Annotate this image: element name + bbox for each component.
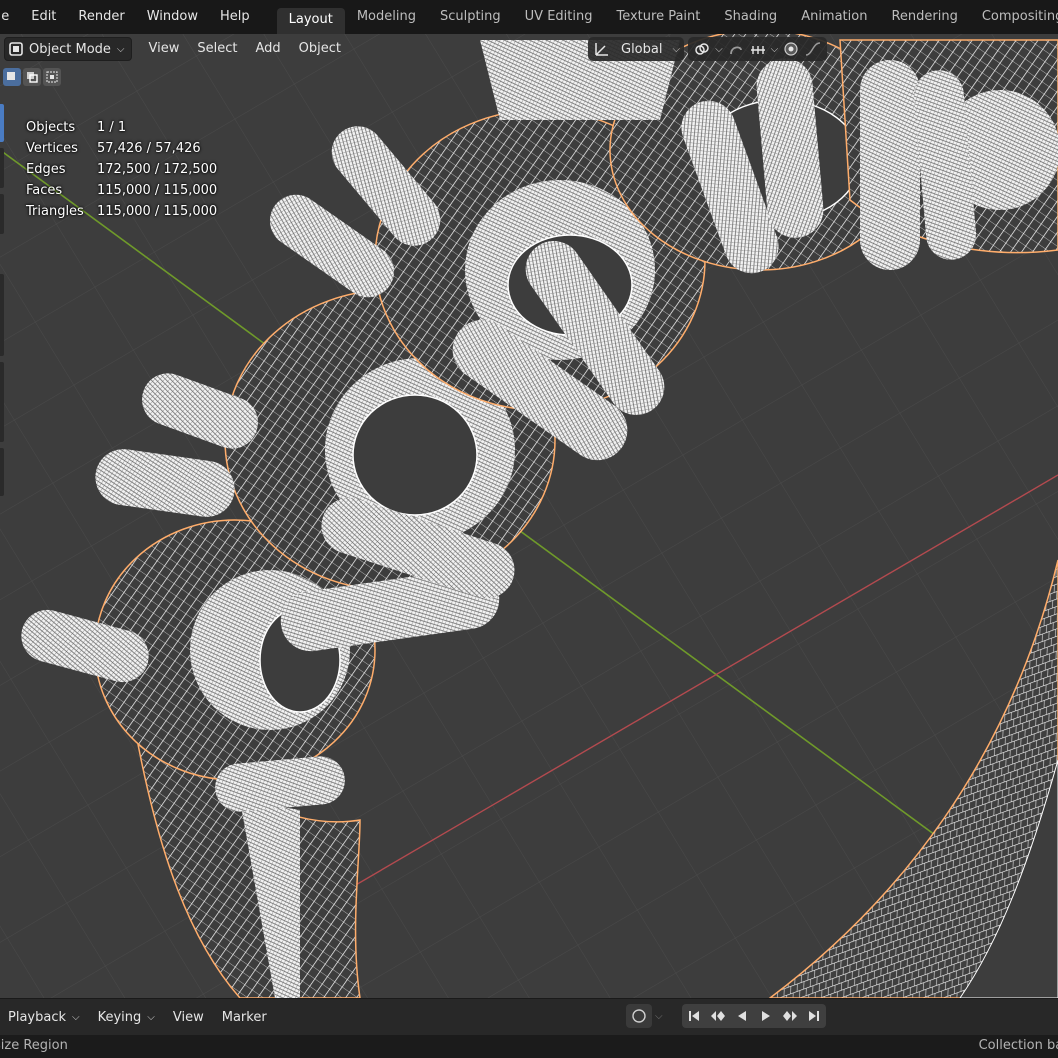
stat-row: Vertices 57,426 / 57,426 [26, 138, 217, 159]
chevron-down-icon[interactable]: ⌵ [771, 44, 779, 55]
top-menu-bar: ile Edit Render Window Help Layout Model… [0, 0, 1058, 34]
playback-label: Playback [8, 1009, 67, 1025]
menu-object[interactable]: Object [290, 34, 350, 64]
tool-measure[interactable] [0, 448, 4, 496]
marker-menu[interactable]: Marker [213, 1010, 276, 1025]
next-keyframe-button[interactable] [778, 1004, 802, 1028]
chevron-down-icon: ⌵ [116, 43, 125, 55]
stat-value: 172,500 / 172,500 [97, 162, 218, 177]
play-reverse-icon [737, 1011, 746, 1021]
transform-orientation-dropdown[interactable]: Global ⌵ [588, 37, 685, 61]
jump-end-icon [808, 1011, 819, 1021]
stat-row: Edges 172,500 / 172,500 [26, 159, 217, 180]
prev-keyframe-button[interactable] [706, 1004, 730, 1028]
playback-controls: ⌵ [626, 1004, 826, 1028]
auto-keying-button[interactable] [626, 1004, 652, 1028]
tool-transform-group[interactable] [0, 274, 4, 356]
snap-increment-icon[interactable] [749, 40, 767, 58]
menu-render[interactable]: Render [67, 0, 135, 34]
stat-value: 115,000 / 115,000 [97, 183, 218, 198]
stat-label: Faces [26, 183, 63, 198]
pivot-snap-group: ⌵ ⌵ [688, 37, 828, 61]
stat-label: Vertices [26, 141, 78, 156]
select-extend-icon [27, 72, 38, 83]
tab-sculpting[interactable]: Sculpting [428, 4, 513, 30]
viewport-header: Object Mode ⌵ View Select Add Object Glo… [0, 34, 1058, 64]
status-hint: size Region [0, 1038, 68, 1053]
select-extend-button[interactable] [23, 68, 41, 86]
tool-annotate-group[interactable] [0, 362, 4, 442]
timeline-view-menu[interactable]: View [164, 1010, 213, 1025]
transform-tools: Global ⌵ ⌵ ⌵ [588, 37, 828, 61]
keying-label: Keying [97, 1009, 142, 1025]
select-subtract-icon [46, 71, 58, 83]
chevron-down-icon: ⌵ [147, 1011, 155, 1023]
tool-cursor[interactable] [0, 148, 4, 188]
chevron-down-icon[interactable]: ⌵ [655, 1011, 663, 1022]
select-subtract-button[interactable] [43, 68, 61, 86]
record-icon [632, 1009, 646, 1023]
workspace-tabs: Layout Modeling Sculpting UV Editing Tex… [276, 0, 1058, 34]
stat-value: 57,426 / 57,426 [97, 141, 201, 156]
jump-start-icon [688, 1011, 699, 1021]
menu-file[interactable]: ile [0, 0, 20, 34]
tab-compositing[interactable]: Compositing [970, 4, 1058, 30]
select-new-icon [7, 72, 15, 80]
tab-modeling[interactable]: Modeling [345, 4, 428, 30]
transform-orientation-icon [593, 40, 611, 58]
play-reverse-button[interactable] [730, 1004, 754, 1028]
prev-keyframe-icon [710, 1011, 725, 1021]
status-collection-info: Collection bas [978, 1038, 1058, 1053]
menu-view[interactable]: View [140, 34, 189, 64]
keying-menu[interactable]: Keying ⌵ [89, 1010, 164, 1025]
chevron-down-icon[interactable]: ⌵ [715, 44, 723, 55]
snap-icon[interactable] [727, 40, 745, 58]
chevron-down-icon: ⌵ [72, 1011, 80, 1023]
menu-window[interactable]: Window [136, 0, 209, 34]
chevron-down-icon: ⌵ [672, 43, 681, 55]
menu-add[interactable]: Add [246, 34, 289, 64]
transform-orientation-label: Global [621, 41, 663, 57]
next-keyframe-icon [782, 1011, 797, 1021]
statistics-overlay: Objects 1 / 1 Vertices 57,426 / 57,426 Edg… [26, 117, 217, 222]
object-mode-icon [9, 42, 23, 56]
select-new-button[interactable] [3, 68, 21, 86]
play-button[interactable] [754, 1004, 778, 1028]
transport-buttons [681, 1004, 826, 1028]
mode-selector[interactable]: Object Mode ⌵ [4, 37, 132, 61]
playback-menu[interactable]: Playback ⌵ [0, 1010, 89, 1025]
menu-edit[interactable]: Edit [20, 0, 67, 34]
toolbar-strip [0, 104, 5, 496]
tab-uv-editing[interactable]: UV Editing [513, 4, 605, 30]
stat-label: Triangles [26, 204, 84, 219]
stat-row: Objects 1 / 1 [26, 117, 217, 138]
tab-texture-paint[interactable]: Texture Paint [604, 4, 712, 30]
tool-select[interactable] [0, 104, 4, 142]
stat-value: 1 / 1 [97, 120, 127, 135]
stat-label: Edges [26, 162, 66, 177]
mode-label: Object Mode [29, 41, 111, 57]
status-bar: size Region Collection bas [0, 1035, 1058, 1058]
stat-value: 115,000 / 115,000 [97, 204, 218, 219]
falloff-icon[interactable] [804, 40, 822, 58]
tab-rendering[interactable]: Rendering [879, 4, 969, 30]
tab-shading[interactable]: Shading [712, 4, 789, 30]
menu-select[interactable]: Select [188, 34, 246, 64]
timeline-header: Playback ⌵ Keying ⌵ View Marker ⌵ [0, 998, 1058, 1035]
jump-end-button[interactable] [802, 1004, 826, 1028]
tab-animation[interactable]: Animation [789, 4, 879, 30]
menu-help[interactable]: Help [209, 0, 261, 34]
jump-start-button[interactable] [682, 1004, 706, 1028]
proportional-edit-icon[interactable] [782, 40, 800, 58]
link-icon[interactable] [693, 40, 711, 58]
tab-layout[interactable]: Layout [276, 8, 345, 34]
selection-mode-buttons [3, 68, 61, 86]
tool-move[interactable] [0, 194, 4, 234]
stat-row: Faces 115,000 / 115,000 [26, 180, 217, 201]
play-icon [761, 1011, 770, 1021]
stat-label: Objects [26, 120, 76, 135]
stat-row: Triangles 115,000 / 115,000 [26, 201, 217, 222]
